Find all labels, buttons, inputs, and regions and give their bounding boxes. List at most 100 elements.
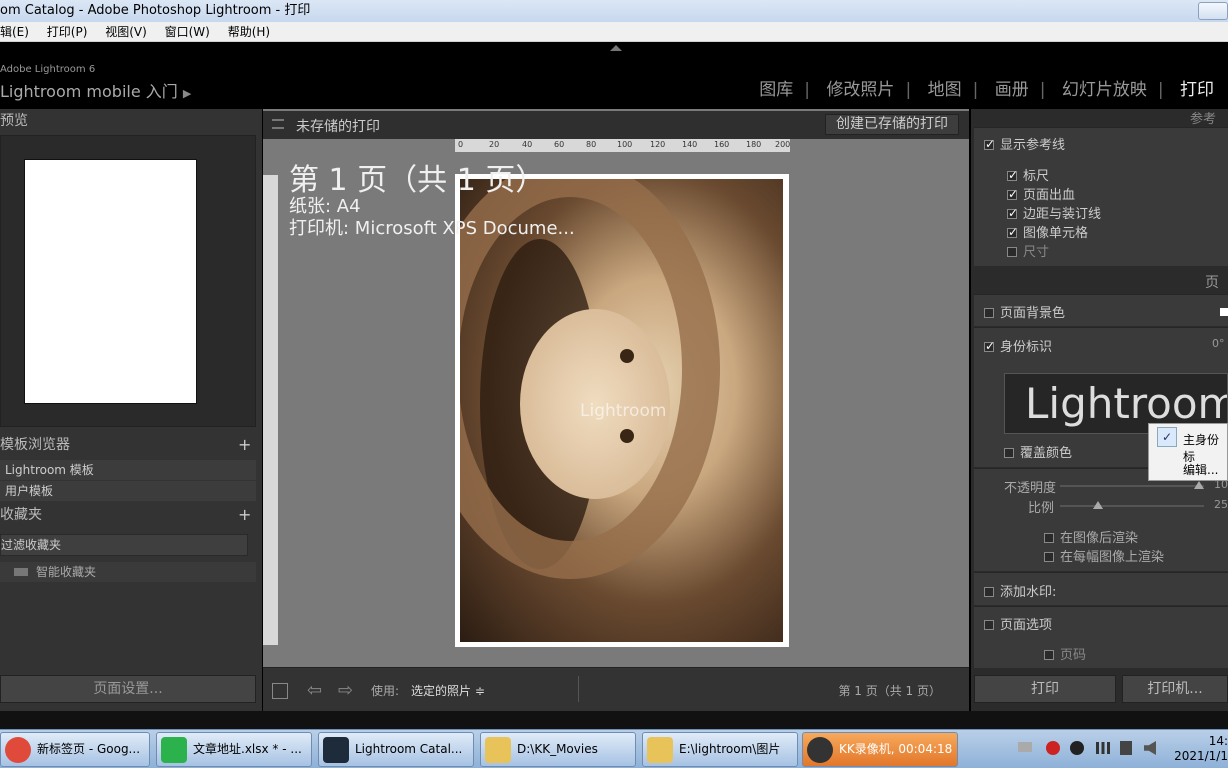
lightroom-mobile-link[interactable]: Lightroom mobile 入门 ▶ bbox=[0, 78, 191, 102]
template-folder-user[interactable]: 用户模板 bbox=[0, 481, 256, 501]
print-toolbar: ⇦ ⇨ 使用: 选定的照片 ≑ 第 1 页（共 1 页） bbox=[263, 667, 969, 711]
taskbar-kk-recorder[interactable]: KK录像机, 00:04:18 bbox=[802, 732, 958, 767]
opacity-label: 不透明度 bbox=[1004, 481, 1057, 496]
antivirus-icon[interactable] bbox=[1046, 741, 1060, 755]
folder-icon bbox=[485, 736, 511, 763]
template-folder-lightroom[interactable]: Lightroom 模板 bbox=[0, 460, 256, 480]
watermark-section: 添加水印: bbox=[974, 572, 1228, 605]
filmstrip-toggle-bar[interactable] bbox=[0, 711, 1228, 729]
identity-plate-overlay[interactable]: Lightroom bbox=[580, 401, 666, 421]
taskbar-chrome[interactable]: 新标签页 - Goog... bbox=[0, 732, 150, 767]
guide-rulers-toggle[interactable]: 标尺 bbox=[1007, 165, 1049, 184]
toolbar-view-toggle[interactable] bbox=[272, 683, 288, 699]
guide-margins-toggle[interactable]: 边距与装订线 bbox=[1007, 203, 1101, 222]
module-book[interactable]: 画册 bbox=[995, 75, 1029, 100]
top-panel-toggle-icon[interactable] bbox=[610, 45, 622, 51]
window-title: om Catalog - Adobe Photoshop Lightroom -… bbox=[0, 3, 311, 18]
keyboard-icon[interactable] bbox=[1018, 742, 1032, 752]
system-tray: 14: 2021/1/1 bbox=[1010, 732, 1228, 767]
menu-item-edit[interactable]: 编辑... bbox=[1183, 461, 1218, 478]
module-develop[interactable]: 修改照片 bbox=[826, 75, 894, 100]
identity-plate-context-menu: ✓ 主身份标 编辑... bbox=[1148, 423, 1228, 481]
folder-icon bbox=[647, 736, 673, 763]
print-job-icon bbox=[272, 119, 284, 129]
printer-button[interactable]: 打印机... bbox=[1122, 675, 1228, 703]
windows-taskbar: 新标签页 - Goog... 文章地址.xlsx * - ... Lightro… bbox=[0, 729, 1228, 768]
print-job-header: 未存储的打印 创建已存储的打印 bbox=[263, 111, 969, 139]
collections-header[interactable]: 收藏夹 bbox=[0, 503, 256, 527]
vertical-ruler bbox=[263, 175, 278, 645]
taskbar-folder-movies[interactable]: D:\KK_Movies bbox=[480, 732, 636, 767]
app-version: Adobe Lightroom 6 bbox=[0, 64, 96, 75]
use-selector[interactable]: 选定的照片 ≑ bbox=[411, 682, 485, 699]
guide-dimensions-toggle[interactable]: 尺寸 bbox=[1007, 241, 1049, 260]
taskbar-spreadsheet[interactable]: 文章地址.xlsx * - ... bbox=[156, 732, 312, 767]
use-label: 使用: bbox=[371, 684, 400, 698]
page-options-section: 页面选项 页码 bbox=[974, 606, 1228, 668]
render-behind-toggle[interactable]: 在图像后渲染 bbox=[1044, 527, 1138, 546]
page-setup-button[interactable]: 页面设置... bbox=[0, 675, 256, 703]
module-slideshow[interactable]: 幻灯片放映 bbox=[1062, 75, 1147, 100]
qq-icon[interactable] bbox=[1070, 741, 1084, 755]
identity-plate-toggle[interactable]: 身份标识 bbox=[984, 336, 1052, 355]
opacity-slider-knob[interactable] bbox=[1194, 481, 1204, 489]
page-bg-swatch[interactable] bbox=[1220, 308, 1228, 316]
menu-edit[interactable]: 辑(E) bbox=[0, 22, 29, 42]
unsaved-print-label: 未存储的打印 bbox=[296, 119, 380, 135]
opacity-slider[interactable] bbox=[1060, 485, 1204, 487]
lightroom-window: om Catalog - Adobe Photoshop Lightroom -… bbox=[0, 0, 1228, 768]
scale-slider-knob[interactable] bbox=[1093, 501, 1103, 509]
lightroom-icon bbox=[323, 736, 349, 763]
scale-label: 比例 bbox=[1028, 501, 1055, 516]
title-bar: om Catalog - Adobe Photoshop Lightroom -… bbox=[0, 0, 1228, 22]
page-options-toggle[interactable]: 页面选项 bbox=[984, 614, 1052, 633]
page-numbers-toggle[interactable]: 页码 bbox=[1044, 644, 1086, 663]
system-clock[interactable]: 14: 2021/1/1 bbox=[1174, 734, 1228, 764]
add-watermark-toggle[interactable]: 添加水印: bbox=[984, 581, 1056, 600]
render-each-toggle[interactable]: 在每幅图像上渲染 bbox=[1044, 546, 1164, 565]
identity-angle[interactable]: 0° bbox=[1212, 337, 1225, 350]
page-bg-toggle[interactable]: 页面背景色 bbox=[984, 302, 1065, 321]
show-guides-toggle[interactable]: 显示参考线 bbox=[984, 134, 1065, 153]
power-icon[interactable] bbox=[1120, 741, 1132, 755]
scale-value[interactable]: 25 bbox=[1214, 498, 1228, 511]
module-print[interactable]: 打印 bbox=[1180, 75, 1214, 100]
menu-bar: 辑(E) 打印(P) 视图(V) 窗口(W) 帮助(H) bbox=[0, 22, 1228, 42]
menu-help[interactable]: 帮助(H) bbox=[228, 22, 270, 42]
filter-collections-input[interactable]: 过滤收藏夹 bbox=[0, 534, 248, 556]
create-saved-print-button[interactable]: 创建已存储的打印 bbox=[825, 114, 959, 135]
page-bg-section: 页面背景色 bbox=[974, 294, 1228, 326]
module-library[interactable]: 图库 bbox=[759, 75, 793, 100]
template-browser-header[interactable]: 模板浏览器 bbox=[0, 433, 256, 457]
checkmark-icon: ✓ bbox=[1157, 427, 1177, 447]
play-arrow-icon: ▶ bbox=[182, 87, 192, 100]
preview-header[interactable]: 预览 bbox=[0, 109, 256, 133]
module-map[interactable]: 地图 bbox=[928, 75, 962, 100]
minimize-button[interactable] bbox=[1198, 2, 1228, 20]
module-picker: 图库 | 修改照片 | 地图 | 画册 | 幻灯片放映 | 打印 bbox=[759, 75, 1214, 100]
smart-collection-icon bbox=[14, 568, 28, 576]
identity-options-section: 不透明度 100 比例 25 在图像后渲染 在每幅图像上渲染 bbox=[974, 468, 1228, 571]
print-button[interactable]: 打印 bbox=[974, 675, 1116, 703]
next-page-icon[interactable]: ⇨ bbox=[338, 680, 353, 701]
taskbar-lightroom[interactable]: Lightroom Catal... bbox=[318, 732, 474, 767]
scale-slider[interactable] bbox=[1060, 505, 1204, 507]
guide-cells-toggle[interactable]: 图像单元格 bbox=[1007, 222, 1088, 241]
menu-item-main-identity[interactable]: 主身份标 bbox=[1183, 431, 1227, 465]
spreadsheet-icon bbox=[161, 736, 187, 763]
smart-collections-row[interactable]: 智能收藏夹 bbox=[0, 562, 256, 582]
guides-section: 显示参考线 标尺 页面出血 边距与装订线 图像单元格 尺寸 bbox=[974, 127, 1228, 266]
menu-print[interactable]: 打印(P) bbox=[47, 22, 88, 42]
menu-view[interactable]: 视图(V) bbox=[105, 22, 147, 42]
volume-icon[interactable] bbox=[1144, 741, 1156, 755]
chrome-icon bbox=[5, 736, 31, 763]
printer-info-text: 打印机: Microsoft XPS Docume... bbox=[289, 218, 575, 239]
menu-window[interactable]: 窗口(W) bbox=[165, 22, 210, 42]
override-color-toggle[interactable]: 覆盖颜色 bbox=[1004, 442, 1072, 461]
taskbar-folder-pictures[interactable]: E:\lightroom\图片 bbox=[642, 732, 798, 767]
recorder-icon bbox=[807, 736, 833, 763]
horizontal-ruler: 0 20 40 60 80 100 120 140 160 180 200 bbox=[455, 139, 790, 152]
previous-page-icon[interactable]: ⇦ bbox=[307, 680, 322, 701]
guide-bleed-toggle[interactable]: 页面出血 bbox=[1007, 184, 1075, 203]
network-icon[interactable] bbox=[1096, 742, 1110, 754]
